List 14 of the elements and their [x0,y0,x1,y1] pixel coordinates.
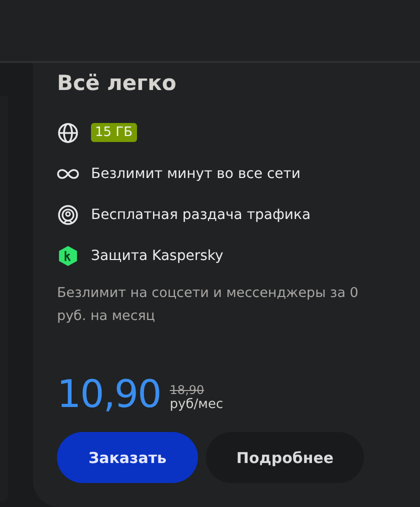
feature-text: Бесплатная раздача трафика [91,206,311,222]
feature-text: Защита Kaspersky [91,248,224,264]
details-button[interactable]: Подробнее [206,432,364,483]
price-unit: руб/мес [170,397,224,412]
plan-description: Безлимит на соцсети и мессенджеры за 0 руб. на месяц [57,284,360,326]
price: 10,90 [57,374,161,414]
globe-icon [57,122,79,144]
feature-text: Безлимит минут во все сети [91,166,301,182]
data-badge: 15 ГБ [91,123,137,142]
old-price: 18,90 [170,383,206,397]
plan-title: Всё легко [57,71,178,97]
shield-icon [57,244,79,266]
order-button[interactable]: Заказать [57,432,198,483]
hotspot-icon [57,204,79,226]
